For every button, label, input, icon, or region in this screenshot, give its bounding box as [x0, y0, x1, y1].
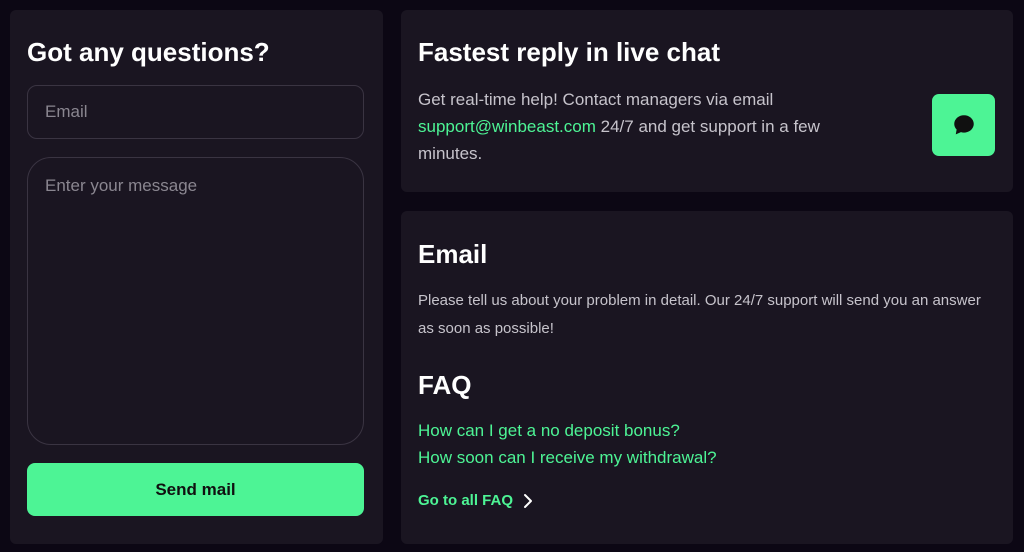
send-mail-button[interactable]: Send mail: [27, 463, 364, 516]
contact-form-title: Got any questions?: [27, 37, 270, 67]
support-email-link[interactable]: support@winbeast.com: [418, 117, 596, 136]
live-chat-description: Get real-time help! Contact managers via…: [418, 86, 888, 167]
email-faq-panel: Email Please tell us about your problem …: [401, 211, 1013, 544]
contact-form-panel: Got any questions? Send mail: [10, 10, 383, 544]
chevron-right-icon: [524, 493, 533, 508]
live-chat-text-start: Get real-time help! Contact managers via…: [418, 90, 774, 109]
all-faq-link[interactable]: Go to all FAQ: [418, 492, 533, 509]
message-textarea[interactable]: [27, 157, 364, 445]
all-faq-label: Go to all FAQ: [418, 492, 514, 509]
chat-bubble-icon: [953, 115, 974, 135]
live-chat-panel: Fastest reply in live chat Get real-time…: [401, 10, 1013, 192]
live-chat-button[interactable]: [932, 94, 995, 156]
email-section-title: Email: [418, 239, 488, 269]
live-chat-title: Fastest reply in live chat: [418, 37, 721, 67]
faq-question-link[interactable]: How can I get a no deposit bonus?: [418, 421, 680, 441]
email-section-description: Please tell us about your problem in det…: [418, 292, 981, 337]
faq-title: FAQ: [418, 370, 472, 400]
email-input[interactable]: [27, 85, 364, 139]
faq-question-link[interactable]: How soon can I receive my withdrawal?: [418, 448, 717, 468]
